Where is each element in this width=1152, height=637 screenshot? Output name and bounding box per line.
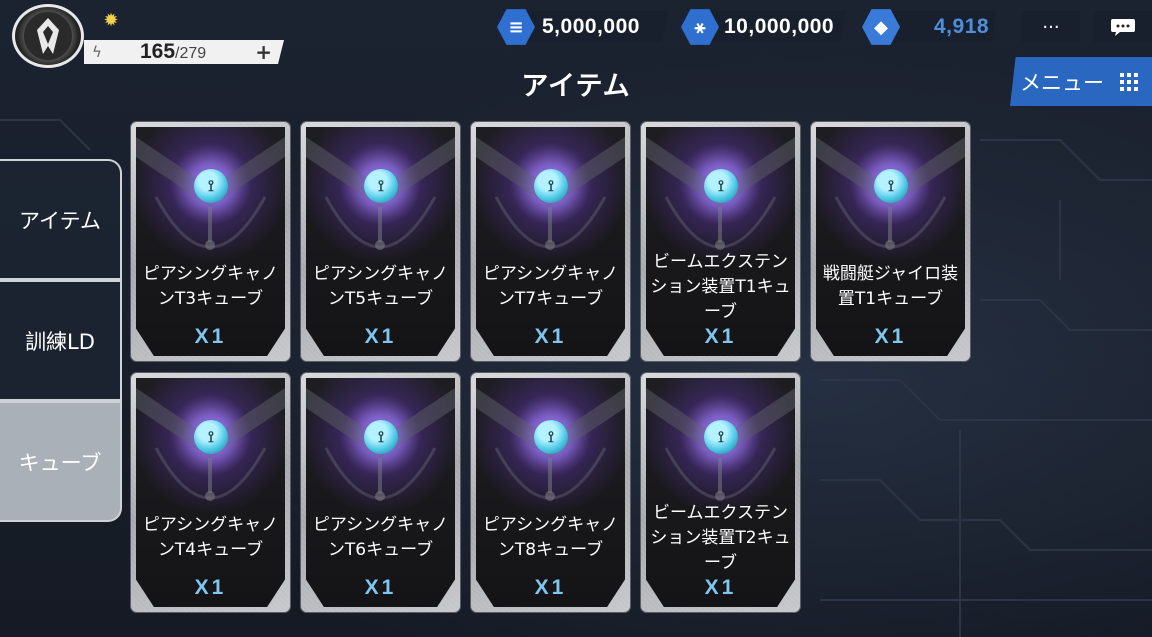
rank-badge-icon: ✹ xyxy=(103,10,119,31)
item-name: ピアシングキャノンT3キューブ xyxy=(142,264,279,309)
energy-bar: ϟ 165 / 279 + xyxy=(84,40,284,64)
item-card[interactable]: ⟟ ピアシングキャノンT6キューブ X1 xyxy=(300,372,461,613)
tab-cubes[interactable]: キューブ xyxy=(0,401,122,522)
menu-button[interactable]: メニュー xyxy=(1010,57,1152,106)
currency-value: 5,000,000 xyxy=(542,15,640,38)
cube-orb-icon: ⟟ xyxy=(874,169,908,203)
currency-credits[interactable]: 5,000,000 xyxy=(512,11,668,43)
item-quantity: X1 xyxy=(364,325,397,348)
item-name: ビームエクステンション装置T1キューブ xyxy=(650,251,791,322)
item-quantity: X1 xyxy=(704,576,737,599)
energy-max: 279 xyxy=(179,45,207,62)
item-quantity: X1 xyxy=(194,325,227,348)
cube-orb-icon: ⟟ xyxy=(704,169,738,203)
cube-orb-icon: ⟟ xyxy=(364,169,398,203)
item-card[interactable]: ⟟ ピアシングキャノンT5キューブ X1 xyxy=(300,121,461,362)
item-card[interactable]: ⟟ ピアシングキャノンT4キューブ X1 xyxy=(130,372,291,613)
tab-training-ld[interactable]: 訓練LD xyxy=(0,280,122,401)
item-quantity: X1 xyxy=(534,325,567,348)
cube-orb-icon: ⟟ xyxy=(364,420,398,454)
item-card[interactable]: ⟟ ビームエクステンション装置T1キューブ X1 xyxy=(640,121,801,362)
item-card[interactable]: ⟟ ビームエクステンション装置T2キューブ X1 xyxy=(640,372,801,613)
item-quantity: X1 xyxy=(534,576,567,599)
item-quantity: X1 xyxy=(704,325,737,348)
item-name: ビームエクステンション装置T2キューブ xyxy=(650,502,791,573)
chat-bubble-icon xyxy=(1111,19,1135,36)
item-quantity: X1 xyxy=(194,576,227,599)
more-button[interactable]: ··· xyxy=(1022,11,1080,43)
menu-label: メニュー xyxy=(1020,70,1104,95)
player-avatar[interactable] xyxy=(12,4,84,68)
item-quantity: X1 xyxy=(874,325,907,348)
item-name: ピアシングキャノンT5キューブ xyxy=(312,264,449,309)
item-name: ピアシングキャノンT8キューブ xyxy=(482,515,619,560)
currency-value: 10,000,000 xyxy=(724,15,835,38)
grid-icon xyxy=(1120,72,1138,91)
faction-emblem-icon xyxy=(37,18,59,54)
cube-orb-icon: ⟟ xyxy=(704,420,738,454)
item-card[interactable]: ⟟ ピアシングキャノンT3キューブ X1 xyxy=(130,121,291,362)
cube-orb-icon: ⟟ xyxy=(194,420,228,454)
energy-current: 165 xyxy=(140,40,176,63)
tab-items[interactable]: アイテム xyxy=(0,159,122,280)
item-card[interactable]: ⟟ ピアシングキャノンT7キューブ X1 xyxy=(470,121,631,362)
item-card[interactable]: ⟟ ピアシングキャノンT8キューブ X1 xyxy=(470,372,631,613)
item-card[interactable]: ⟟ 戦闘艇ジャイロ装置T1キューブ X1 xyxy=(810,121,971,362)
cube-orb-icon: ⟟ xyxy=(534,420,568,454)
item-name: ピアシングキャノンT4キューブ xyxy=(142,515,279,560)
item-name: ピアシングキャノンT7キューブ xyxy=(482,264,619,309)
cube-orb-icon: ⟟ xyxy=(534,169,568,203)
item-quantity: X1 xyxy=(364,576,397,599)
currency-value: 4,918 xyxy=(934,15,990,38)
item-name: 戦闘艇ジャイロ装置T1キューブ xyxy=(822,264,959,309)
page-title: アイテム xyxy=(521,71,631,102)
lightning-icon: ϟ xyxy=(92,43,102,61)
item-grid: ⟟ ピアシングキャノンT3キューブ X1 ⟟ ピアシングキャノンT5キューブ X… xyxy=(130,121,971,613)
chat-button[interactable] xyxy=(1094,11,1152,43)
cube-orb-icon: ⟟ xyxy=(194,169,228,203)
add-energy-button[interactable]: + xyxy=(255,40,272,64)
item-name: ピアシングキャノンT6キューブ xyxy=(312,515,449,560)
category-tabs: アイテム 訓練LD キューブ xyxy=(0,159,122,523)
